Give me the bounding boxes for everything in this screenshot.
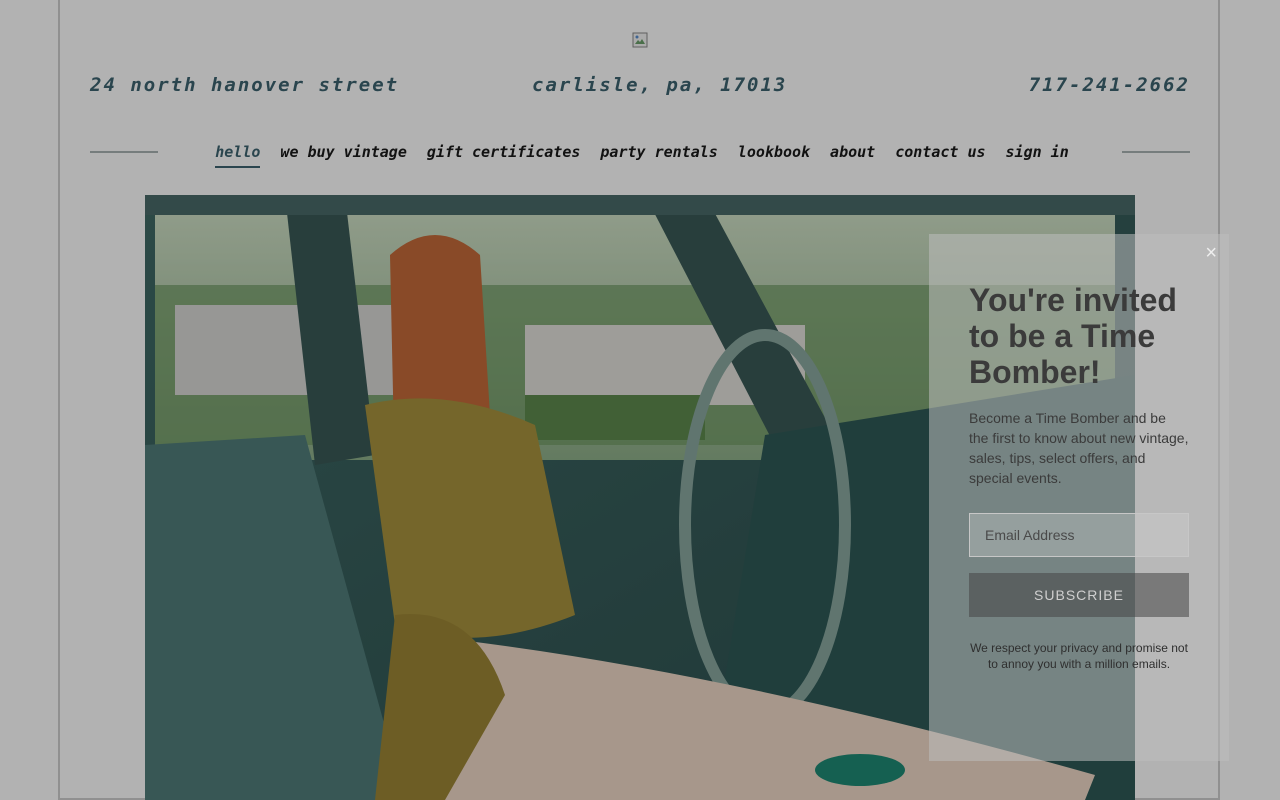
subscribe-button[interactable]: SUBSCRIBE (969, 573, 1189, 617)
newsletter-modal: × You're invited to be a Time Bomber! Be… (929, 234, 1229, 761)
close-icon[interactable]: × (1205, 242, 1217, 265)
privacy-note: We respect your privacy and promise not … (970, 641, 1188, 671)
email-field[interactable] (969, 513, 1189, 557)
modal-description: Become a Time Bomber and be the first to… (969, 410, 1189, 486)
modal-title: You're invited to be a Time Bomber! (969, 282, 1177, 390)
